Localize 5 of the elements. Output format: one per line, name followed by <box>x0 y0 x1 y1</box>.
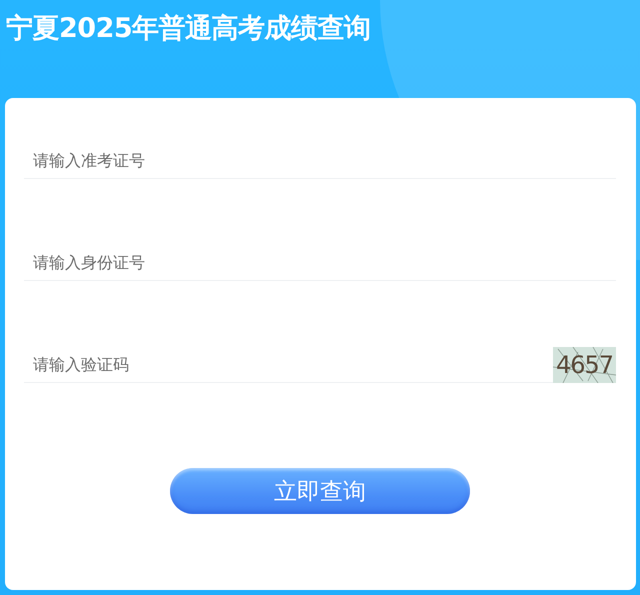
page-title: 宁夏2025年普通高考成绩查询 <box>5 12 372 46</box>
input-field[interactable]: 请输入验证码 <box>24 348 553 382</box>
input-field[interactable]: 请输入准考证号 <box>24 144 616 178</box>
captcha-image[interactable]: 4657 <box>553 347 616 383</box>
input-field[interactable]: 请输入身份证号 <box>24 246 616 280</box>
